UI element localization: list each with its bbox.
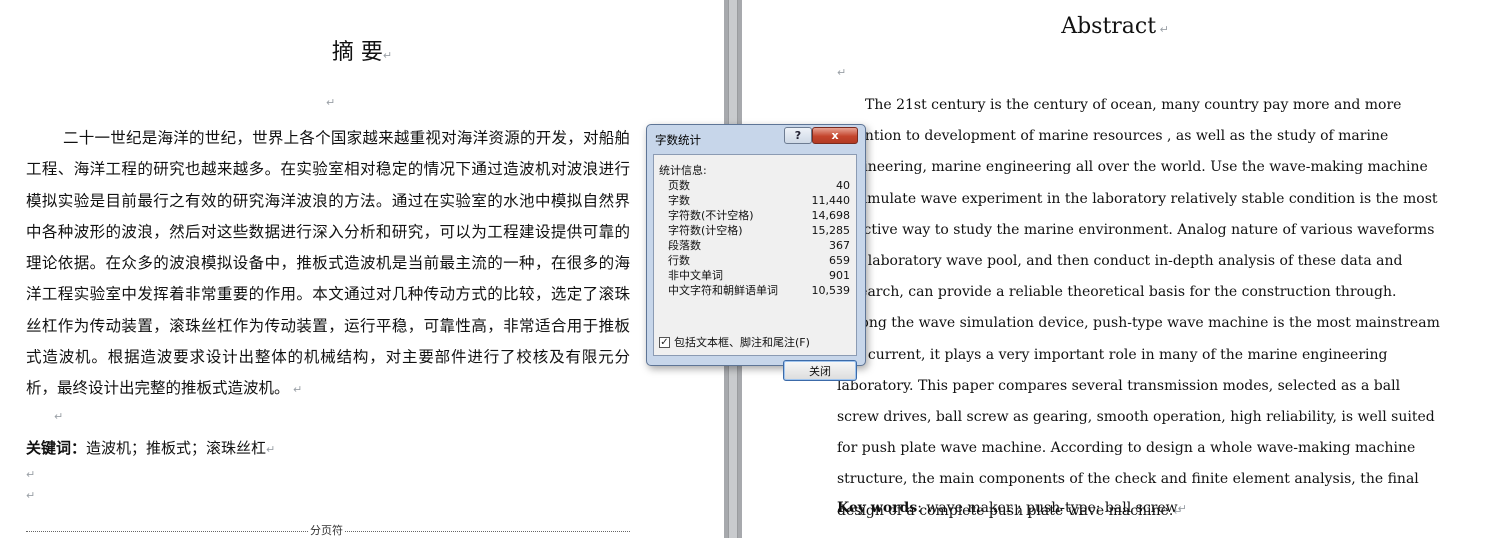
stat-row-pages: 页数 40 [668,179,850,192]
paragraph-mark-icon: ↵ [1177,502,1187,515]
english-keywords: Key words: wave maker ; push-type; ball … [837,500,1187,516]
stat-row-paragraphs: 段落数 367 [668,239,850,252]
english-keywords-label: Key words [837,500,918,516]
stat-row-chinese-chars: 中文字符和朝鲜语单词 10,539 [668,284,850,297]
statistics-list: 页数 40 字数 11,440 字符数(不计空格) 14,698 字符数(计空格) 15… [668,178,850,298]
stat-row-non-chinese-words: 非中文单词 901 [668,269,850,282]
english-abstract-paragraph: The 21st century is the century of ocean… [837,97,1440,519]
stat-row-lines: 行数 659 [668,254,850,267]
window-close-button[interactable]: x [812,127,858,144]
close-icon: x [831,129,839,142]
include-textboxes-checkbox[interactable]: ✓ [659,336,670,348]
chinese-abstract-body[interactable]: 二十一世纪是海洋的世纪，世界上各个国家越来越重视对海洋资源的开发，对船舶工程、海… [26,123,630,406]
stat-row-chars-with-spaces: 字符数(计空格) 15,285 [668,224,850,237]
statistics-group-label: 统计信息: [659,164,707,177]
chinese-keywords-text: 造波机；推板式；滚珠丝杠 [86,439,267,457]
paragraph-mark-icon: ↵ [289,383,303,397]
english-keywords-text: : wave maker ; push-type; ball screw [917,500,1178,516]
english-abstract-title: Abstract ↵ [1061,14,1169,39]
include-textboxes-option[interactable]: ✓ 包括文本框、脚注和尾注(F) [659,334,810,350]
chinese-keywords: 关键词：造波机；推板式；滚珠丝杠↵ [26,437,275,458]
english-abstract-body[interactable]: The 21st century is the century of ocean… [837,90,1441,527]
paragraph-mark-icon: ↵ [26,468,36,481]
page-break-marker: 分页符 [26,522,630,538]
chinese-keywords-label: 关键词： [26,439,87,457]
include-textboxes-label: 包括文本框、脚注和尾注(F) [674,336,810,349]
help-icon: ? [794,129,802,142]
page-break-label: 分页符 [308,522,345,538]
paragraph-mark-icon: ↵ [837,66,847,79]
chinese-abstract-title: 摘 要↵ [331,40,393,65]
dialog-client-area: 统计信息: 页数 40 字数 11,440 字符数(不计空格) 14,698 字符数(… [653,154,857,381]
dialog-title: 字数统计 [655,133,701,147]
stat-row-words: 字数 11,440 [668,194,850,207]
word-count-dialog[interactable]: 字数统计 ? x 统计信息: 页数 40 字数 11,440 字符数(不计空格) 14… [646,124,866,381]
dialog-titlebar[interactable]: 字数统计 ? x [647,125,865,151]
paragraph-mark-icon: ↵ [266,443,276,456]
paragraph-mark-icon: ↵ [54,410,64,423]
paragraph-mark-icon: ↵ [1156,23,1169,36]
chinese-abstract-paragraph: 二十一世纪是海洋的世纪，世界上各个国家越来越重视对海洋资源的开发，对船舶工程、海… [26,129,630,398]
paragraph-mark-icon: ↵ [26,489,36,502]
paragraph-mark-icon: ↵ [326,96,336,109]
paragraph-mark-icon: ↵ [382,49,393,62]
stat-row-chars-no-spaces: 字符数(不计空格) 14,698 [668,209,850,222]
close-button[interactable]: 关闭 [783,360,857,381]
help-button[interactable]: ? [784,127,812,144]
